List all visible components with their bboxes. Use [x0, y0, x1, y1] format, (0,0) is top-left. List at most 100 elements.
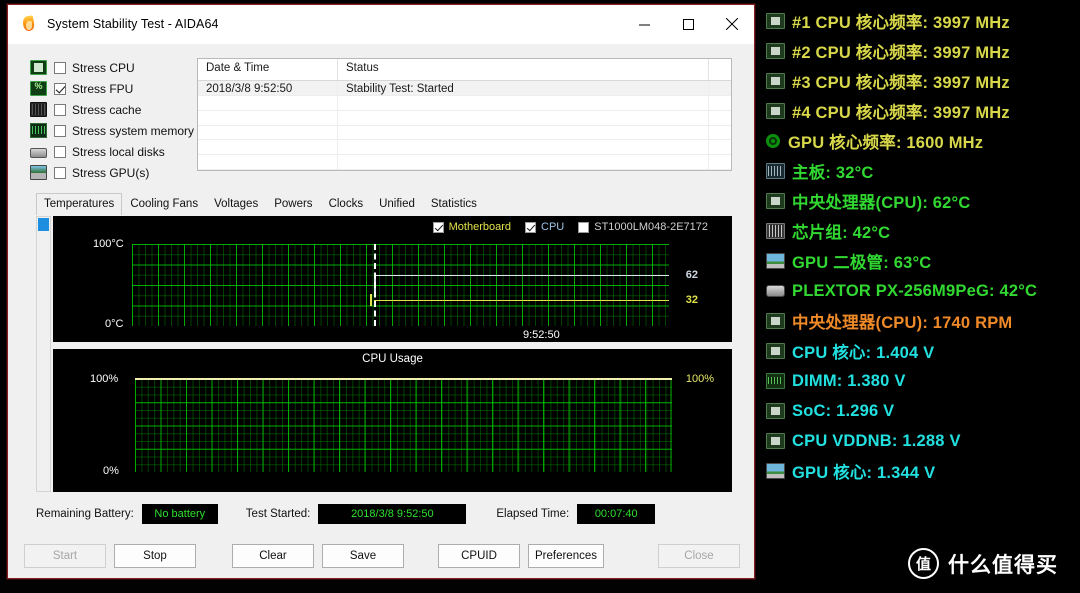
tab-cooling-fans[interactable]: Cooling Fans	[122, 193, 206, 215]
stress-fpu-checkbox[interactable]	[54, 82, 66, 95]
test-start-marker	[373, 244, 377, 326]
motherboard-icon	[766, 163, 785, 179]
stress-options-list: Stress CPU Stress FPU Stress cache	[8, 58, 194, 184]
osd-row-cpu-fan-rpm: 中央处理器(CPU): 1740 RPM	[766, 306, 1080, 336]
flame-icon	[20, 15, 38, 33]
osd-row-gpu-clock: GPU 核心频率: 1600 MHz	[766, 126, 1080, 156]
stress-option-label: Stress system memory	[72, 123, 195, 138]
gpu-ring-icon	[766, 134, 780, 148]
status-strip: Remaining Battery: No battery Test Start…	[36, 504, 754, 524]
log-cell-spacer	[709, 111, 731, 125]
stress-gpu-checkbox[interactable]	[54, 166, 66, 179]
test-started-label: Test Started:	[245, 508, 311, 520]
chart-tabs: Temperatures Cooling Fans Voltages Power…	[36, 192, 754, 216]
stress-option-fpu[interactable]: Stress FPU	[30, 79, 183, 98]
cpuid-button[interactable]: CPUID	[438, 543, 520, 568]
scrollbar-thumb[interactable]	[38, 218, 49, 231]
gpu-card-icon	[766, 463, 785, 479]
table-row[interactable]	[198, 155, 731, 170]
osd-row-cpu4-clock: #4 CPU 核心频率: 3997 MHz	[766, 96, 1080, 126]
cpu-chip-icon	[766, 73, 785, 89]
temp-value-motherboard: 32	[685, 294, 698, 306]
tab-unified[interactable]: Unified	[371, 193, 423, 215]
stress-option-system-memory[interactable]: Stress system memory	[30, 121, 194, 140]
window-title: System Stability Test - AIDA64	[47, 17, 219, 31]
osd-row-cpu3-clock: #3 CPU 核心频率: 3997 MHz	[766, 66, 1080, 96]
osd-reading: SoC: 1.296 V	[792, 401, 895, 420]
stress-option-local-disks[interactable]: Stress local disks	[30, 142, 183, 161]
tab-voltages[interactable]: Voltages	[206, 193, 266, 215]
osd-reading: PLEXTOR PX-256M9PeG: 42°C	[792, 281, 1038, 300]
preferences-button[interactable]: Preferences	[528, 543, 604, 568]
tab-temperatures[interactable]: Temperatures	[36, 193, 123, 216]
series-line-motherboard	[373, 300, 669, 301]
osd-reading: GPU 核心频率: 1600 MHz	[788, 134, 984, 152]
log-cell-empty	[338, 96, 709, 110]
cpu-usage-title: CPU Usage	[362, 353, 423, 365]
elapsed-time-value: 00:07:40	[577, 504, 656, 524]
event-log-table[interactable]: Date & Time Status 2018/3/8 9:52:50 Stab…	[197, 58, 732, 171]
osd-reading: 中央处理器(CPU): 62°C	[792, 194, 971, 212]
table-row[interactable]	[198, 125, 731, 141]
osd-reading: CPU VDDNB: 1.288 V	[792, 431, 961, 450]
table-row[interactable]	[198, 110, 731, 126]
osd-row-soc-voltage: SoC: 1.296 V	[766, 396, 1080, 426]
clear-button[interactable]: Clear	[232, 543, 314, 568]
table-row[interactable]	[198, 140, 731, 156]
stress-cpu-checkbox[interactable]	[54, 61, 66, 74]
maximize-icon[interactable]	[666, 5, 710, 43]
log-cell-spacer	[709, 96, 731, 110]
legend-item-disk[interactable]: ST1000LM048-2E7172	[578, 221, 708, 233]
cpu-chip-icon	[766, 43, 785, 59]
stress-option-gpus[interactable]: Stress GPU(s)	[30, 163, 183, 182]
table-row[interactable]	[198, 96, 731, 111]
log-cell-empty	[198, 125, 338, 140]
ssd-icon	[766, 285, 785, 297]
legend-checkbox-cpu[interactable]	[525, 221, 537, 233]
osd-row-cpu-vddnb-voltage: CPU VDDNB: 1.288 V	[766, 426, 1080, 456]
stress-option-label: Stress local disks	[72, 144, 165, 159]
battery-value: No battery	[141, 504, 218, 524]
log-column-datetime[interactable]: Date & Time	[198, 59, 338, 80]
memory-module-icon	[766, 373, 785, 389]
battery-label: Remaining Battery:	[36, 508, 134, 520]
legend-item-cpu[interactable]: CPU	[525, 221, 564, 233]
save-button[interactable]: Save	[322, 543, 404, 568]
cpu-chip-icon	[30, 60, 47, 75]
stress-cache-checkbox[interactable]	[54, 103, 66, 116]
table-row[interactable]: 2018/3/8 9:52:50 Stability Test: Started	[198, 81, 731, 96]
osd-reading: GPU 二极管: 63°C	[792, 254, 932, 272]
legend-item-motherboard[interactable]: Motherboard	[432, 221, 512, 233]
log-column-status[interactable]: Status	[338, 59, 709, 80]
log-cell-datetime: 2018/3/8 9:52:50	[198, 81, 338, 95]
window-titlebar[interactable]: System Stability Test - AIDA64	[8, 5, 754, 44]
tab-clocks[interactable]: Clocks	[321, 193, 372, 215]
close-icon[interactable]	[710, 5, 754, 43]
cpu-current-value-label: 100%	[685, 373, 714, 385]
stop-button[interactable]: Stop	[114, 543, 196, 568]
legend-label: Motherboard	[448, 221, 512, 233]
tab-powers[interactable]: Powers	[266, 193, 320, 215]
legend-checkbox-motherboard[interactable]	[432, 221, 444, 233]
series-line-cpu	[373, 275, 669, 276]
stress-option-label: Stress GPU(s)	[72, 165, 150, 180]
stress-option-cpu[interactable]: Stress CPU	[30, 58, 183, 77]
stress-disks-checkbox[interactable]	[54, 145, 66, 158]
close-button[interactable]: Close	[658, 543, 740, 568]
tab-statistics[interactable]: Statistics	[423, 193, 485, 215]
log-cell-empty	[198, 110, 338, 125]
cpu-axis-min-label: 0%	[103, 465, 119, 477]
minimize-icon[interactable]	[622, 5, 666, 43]
stress-memory-checkbox[interactable]	[54, 124, 66, 137]
gpu-card-icon	[30, 165, 47, 180]
legend-checkbox-disk[interactable]	[578, 221, 590, 233]
temp-value-cpu: 62	[685, 269, 698, 281]
test-started-value: 2018/3/8 9:52:50	[318, 504, 467, 524]
stress-option-cache[interactable]: Stress cache	[30, 100, 183, 119]
memory-module-icon	[30, 123, 47, 138]
charts-scrollbar[interactable]	[36, 216, 51, 492]
osd-row-cpu-temp: 中央处理器(CPU): 62°C	[766, 186, 1080, 216]
desktop-background: System Stability Test - AIDA64 Stress CP…	[0, 0, 1080, 593]
window-controls	[622, 5, 754, 43]
start-button[interactable]: Start	[24, 543, 106, 568]
